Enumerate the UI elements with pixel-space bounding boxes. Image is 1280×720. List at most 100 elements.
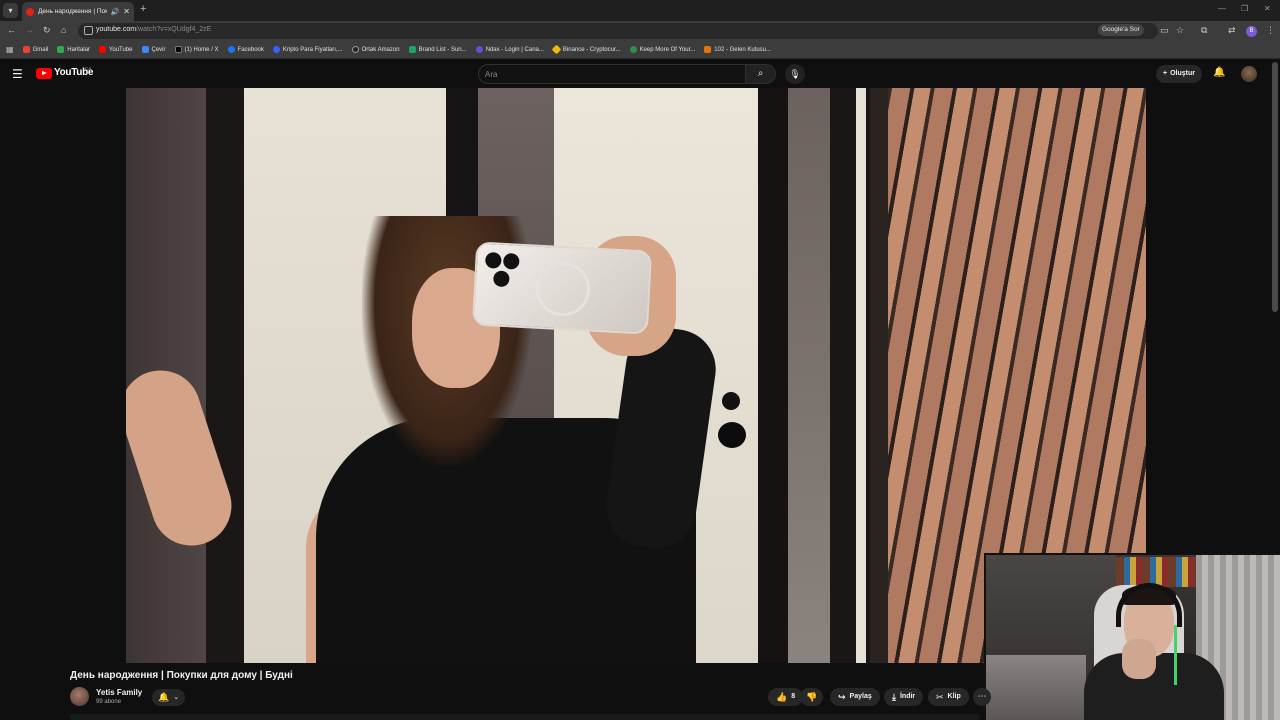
minimize-icon[interactable]: — bbox=[1218, 4, 1226, 13]
clip-button[interactable]: ✂ Klip bbox=[928, 688, 969, 706]
globe-icon bbox=[351, 46, 359, 53]
bookmark-keep-more[interactable]: Keep More Of Your... bbox=[629, 46, 695, 53]
download-button[interactable]: ⤓ İndir bbox=[884, 688, 924, 706]
facebook-icon bbox=[227, 46, 235, 53]
video-scene-strip bbox=[856, 88, 866, 663]
x-icon bbox=[174, 46, 182, 53]
search-button[interactable]: ⌕ bbox=[746, 64, 776, 84]
browser-tab-bar: ▾ День народження | Покуп 🔊 ✕ + — ❐ ✕ bbox=[0, 0, 1280, 21]
description-box-edge bbox=[70, 714, 980, 720]
bookmark-crypto-prices[interactable]: Kripto Para Fiyatları,... bbox=[272, 46, 343, 53]
phone-camera-icon bbox=[484, 251, 502, 269]
youtube-logo-icon[interactable] bbox=[36, 68, 52, 79]
browser-tab-active[interactable]: День народження | Покуп 🔊 ✕ bbox=[22, 2, 134, 21]
window-close-icon[interactable]: ✕ bbox=[1264, 4, 1271, 13]
extensions-icon[interactable]: ⧉ bbox=[1201, 25, 1207, 36]
back-icon[interactable]: ← bbox=[7, 25, 16, 35]
more-actions-button[interactable]: ⋯ bbox=[973, 688, 991, 706]
region-code: CA bbox=[85, 66, 92, 71]
chevron-down-icon: ⌄ bbox=[173, 694, 180, 701]
home-icon[interactable]: ⌂ bbox=[61, 25, 66, 35]
speaker-icon[interactable]: 🔊 bbox=[111, 8, 120, 16]
bookmark-binance[interactable]: Binance - Cryptocur... bbox=[551, 44, 621, 55]
mic-icon: 🎙 bbox=[789, 69, 801, 79]
notifications-bell-icon[interactable]: 🔔 bbox=[1213, 67, 1225, 78]
bookmark-maps[interactable]: Haritalar bbox=[57, 46, 90, 53]
share-icon: ↪ bbox=[838, 692, 846, 702]
binance-icon bbox=[551, 44, 562, 55]
new-tab-icon[interactable]: + bbox=[140, 3, 146, 15]
profile-avatar[interactable]: B bbox=[1246, 26, 1257, 37]
bookmark-inbox[interactable]: 102 - Gelen Kutusu... bbox=[704, 46, 771, 53]
like-button[interactable]: 👍 8 bbox=[768, 688, 804, 706]
webcam-scene-couch bbox=[986, 655, 1086, 720]
youtube-header: ☰ YouTube CA ⌕ 🎙 + Oluştur 🔔 bbox=[0, 60, 1280, 88]
close-tab-icon[interactable]: ✕ bbox=[123, 7, 130, 16]
thumbs-down-icon: 👎 bbox=[806, 692, 818, 702]
mail-icon bbox=[704, 46, 712, 53]
channel-avatar[interactable] bbox=[70, 687, 89, 706]
plus-icon: + bbox=[1163, 70, 1168, 77]
search-icon: ⌕ bbox=[757, 68, 764, 79]
video-scene-phone bbox=[471, 241, 653, 335]
create-button[interactable]: + Oluştur bbox=[1156, 65, 1202, 83]
sheets-icon bbox=[408, 46, 416, 53]
bookmark-translate[interactable]: Çevir bbox=[141, 46, 166, 53]
tab-search-dropdown-icon[interactable]: ▾ bbox=[3, 3, 18, 18]
site-info-icon[interactable] bbox=[84, 26, 93, 35]
maximize-icon[interactable]: ❐ bbox=[1241, 4, 1248, 13]
bookmark-brand-list[interactable]: Brand List - Sun... bbox=[408, 46, 467, 53]
video-scene-pillar bbox=[758, 88, 788, 663]
streamer-webcam-overlay bbox=[984, 553, 1280, 720]
like-count: 8 bbox=[791, 693, 796, 700]
dislike-button[interactable]: 👎 bbox=[800, 688, 824, 706]
browser-menu-icon[interactable]: ⋮ bbox=[1266, 25, 1275, 36]
leaf-icon bbox=[629, 46, 637, 53]
share-button[interactable]: ↪ Paylaş bbox=[830, 688, 880, 706]
scissors-icon: ✂ bbox=[936, 692, 944, 702]
tab-groups-icon[interactable]: ⇄ bbox=[1228, 25, 1236, 36]
voice-search-button[interactable]: 🎙 bbox=[785, 64, 805, 84]
more-horizontal-icon: ⋯ bbox=[977, 691, 987, 701]
coinmarketcap-icon bbox=[272, 46, 280, 53]
reload-icon[interactable]: ↻ bbox=[43, 25, 51, 36]
tab-title: День народження | Покуп bbox=[38, 8, 107, 15]
apps-grid-icon[interactable]: ▦ bbox=[6, 45, 14, 54]
phone-camera-icon bbox=[492, 270, 510, 288]
video-scene-door-knob bbox=[722, 392, 740, 410]
bookmark-star-icon[interactable]: ☆ bbox=[1176, 25, 1184, 36]
bookmark-gmail[interactable]: Gmail bbox=[22, 46, 48, 53]
gmail-icon bbox=[22, 46, 30, 53]
google-lens-button[interactable]: Google'a Sor bbox=[1098, 24, 1144, 36]
bell-icon: 🔔 bbox=[158, 692, 170, 702]
phone-magsafe-ring bbox=[534, 260, 592, 318]
thumbs-up-icon: 👍 bbox=[776, 692, 788, 702]
phone-camera-icon bbox=[502, 252, 520, 270]
search-input[interactable] bbox=[485, 67, 735, 81]
subscription-bell-button[interactable]: 🔔 ⌄ bbox=[152, 689, 186, 706]
forward-icon[interactable]: → bbox=[25, 25, 34, 35]
menu-icon[interactable]: ☰ bbox=[12, 68, 23, 80]
bookmarks-bar: ▦ Gmail Haritalar YouTube Çevir (1) Home… bbox=[0, 41, 1280, 59]
bookmark-facebook[interactable]: Facebook bbox=[227, 46, 264, 53]
webcam-scene-cable bbox=[1174, 625, 1177, 685]
url-text[interactable]: youtube.com/watch?v=xQUdgf4_2zE bbox=[96, 26, 211, 33]
bookmark-youtube[interactable]: YouTube bbox=[98, 46, 133, 53]
clip-label: Klip bbox=[947, 693, 961, 700]
bookmark-x[interactable]: (1) Home / X bbox=[174, 46, 219, 53]
ndax-icon bbox=[475, 46, 483, 53]
download-icon: ⤓ bbox=[892, 692, 896, 702]
address-bar[interactable]: youtube.com/watch?v=xQUdgf4_2zE bbox=[78, 23, 1158, 39]
channel-name[interactable]: Yetis Family bbox=[96, 688, 142, 697]
browser-toolbar: ← → ↻ ⌂ youtube.com/watch?v=xQUdgf4_2zE … bbox=[0, 21, 1280, 41]
bookmark-amazon[interactable]: Ortak Amazon bbox=[351, 46, 400, 53]
page-scrollbar[interactable] bbox=[1272, 62, 1278, 312]
video-scene-stone bbox=[788, 88, 830, 663]
bookmark-ndax[interactable]: Ndax - Login | Cana... bbox=[475, 46, 544, 53]
user-avatar[interactable] bbox=[1241, 66, 1257, 82]
download-label: İndir bbox=[899, 693, 916, 700]
video-scene-frame bbox=[206, 88, 244, 663]
video-title: День народження | Покупки для дому | Буд… bbox=[70, 670, 293, 681]
youtube-icon bbox=[98, 46, 106, 53]
cast-icon[interactable]: ▭ bbox=[1160, 25, 1169, 36]
